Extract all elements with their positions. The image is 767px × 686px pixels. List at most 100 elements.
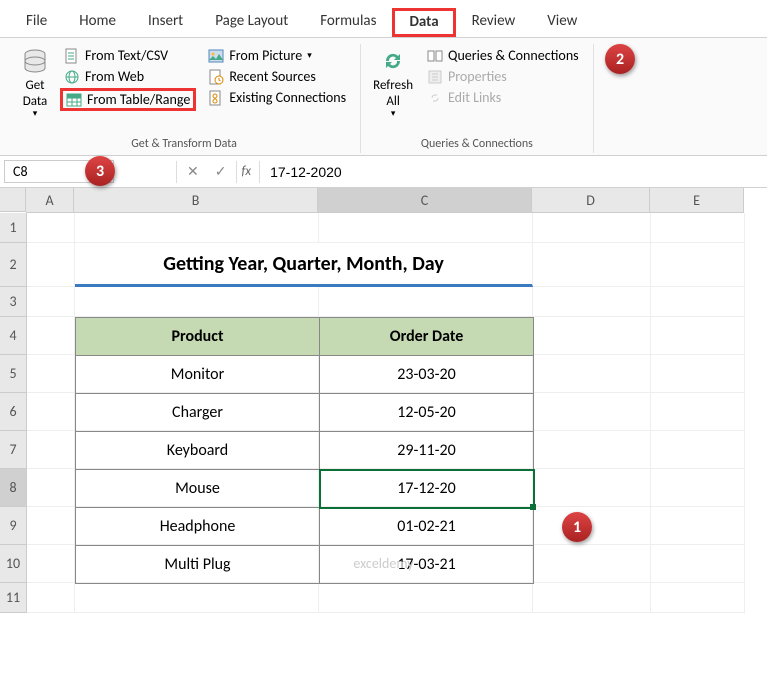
cell-A5[interactable] bbox=[27, 355, 75, 393]
cell-D10[interactable] bbox=[533, 545, 651, 583]
tab-insert[interactable]: Insert bbox=[132, 8, 199, 37]
cell-D7[interactable] bbox=[533, 431, 651, 469]
cell-A3[interactable] bbox=[27, 287, 75, 317]
cell-E4[interactable] bbox=[651, 317, 745, 355]
get-data-label: Get Data bbox=[23, 78, 48, 109]
cell-D3[interactable] bbox=[533, 287, 651, 317]
cell-D9[interactable] bbox=[533, 507, 651, 545]
cell-D11[interactable] bbox=[533, 583, 651, 613]
cell-E8[interactable] bbox=[651, 469, 745, 507]
fx-icon[interactable]: fx bbox=[239, 164, 257, 179]
cell-A9[interactable] bbox=[27, 507, 75, 545]
cell-E7[interactable] bbox=[651, 431, 745, 469]
cell-D6[interactable] bbox=[533, 393, 651, 431]
row-header-11[interactable]: 11 bbox=[0, 583, 26, 613]
select-all-corner[interactable] bbox=[0, 188, 26, 212]
recent-sources-button[interactable]: Recent Sources bbox=[204, 67, 350, 86]
row-header-4[interactable]: 4 bbox=[0, 317, 26, 355]
table-cell[interactable]: Headphone bbox=[76, 508, 320, 546]
cell-D1[interactable] bbox=[533, 213, 651, 243]
table-cell[interactable]: Multi Plug bbox=[76, 546, 320, 584]
formula-bar-input[interactable] bbox=[262, 162, 763, 182]
enter-fx-button[interactable]: ✓ bbox=[207, 161, 235, 182]
grid-body[interactable]: Getting Year, Quarter, Month, Day Product… bbox=[27, 213, 745, 613]
tab-formulas[interactable]: Formulas bbox=[304, 8, 392, 37]
cell-B2[interactable]: Getting Year, Quarter, Month, Day bbox=[75, 243, 533, 287]
tab-review[interactable]: Review bbox=[456, 8, 532, 37]
table-cell[interactable]: 01-02-21 bbox=[320, 508, 534, 546]
cell-A2[interactable] bbox=[27, 243, 75, 287]
table-cell[interactable]: Charger bbox=[76, 394, 320, 432]
edit-links-label: Edit Links bbox=[448, 89, 501, 106]
col-header-C[interactable]: C bbox=[318, 188, 532, 212]
name-formula-bar: C8 ✕ ✓ fx bbox=[0, 156, 767, 188]
cancel-fx-button[interactable]: ✕ bbox=[179, 161, 207, 182]
from-text-csv-button[interactable]: From Text/CSV bbox=[60, 46, 196, 65]
table-cell[interactable]: 12-05-20 bbox=[320, 394, 534, 432]
from-web-button[interactable]: From Web bbox=[60, 67, 196, 86]
from-table-range-button[interactable]: From Table/Range bbox=[60, 88, 196, 111]
cell-C3[interactable] bbox=[319, 287, 533, 317]
from-picture-button[interactable]: From Picture ▾ bbox=[204, 46, 350, 65]
table-header-product[interactable]: Product bbox=[76, 318, 320, 356]
refresh-icon bbox=[378, 46, 408, 76]
row-header-5[interactable]: 5 bbox=[0, 355, 26, 393]
row-header-9[interactable]: 9 bbox=[0, 507, 26, 545]
cell-B1[interactable] bbox=[75, 213, 319, 243]
cell-A1[interactable] bbox=[27, 213, 75, 243]
cell-A8[interactable] bbox=[27, 469, 75, 507]
cell-E2[interactable] bbox=[651, 243, 745, 287]
row-header-3[interactable]: 3 bbox=[0, 287, 26, 317]
row-header-2[interactable]: 2 bbox=[0, 243, 26, 287]
cell-E1[interactable] bbox=[651, 213, 745, 243]
cell-D5[interactable] bbox=[533, 355, 651, 393]
cell-E10[interactable] bbox=[651, 545, 745, 583]
cell-E11[interactable] bbox=[651, 583, 745, 613]
existing-connections-button[interactable]: Existing Connections bbox=[204, 88, 350, 107]
cell-C11[interactable] bbox=[319, 583, 533, 613]
table-header-order_date[interactable]: Order Date bbox=[320, 318, 534, 356]
cell-E5[interactable] bbox=[651, 355, 745, 393]
table-cell[interactable]: Keyboard bbox=[76, 432, 320, 470]
queries-connections-button[interactable]: Queries & Connections bbox=[423, 46, 583, 65]
tab-page-layout[interactable]: Page Layout bbox=[199, 8, 304, 37]
tab-view[interactable]: View bbox=[531, 8, 593, 37]
col-header-A[interactable]: A bbox=[26, 188, 74, 212]
cell-E9[interactable] bbox=[651, 507, 745, 545]
cell-D2[interactable] bbox=[533, 243, 651, 287]
row-header-1[interactable]: 1 bbox=[0, 213, 26, 243]
col-header-D[interactable]: D bbox=[532, 188, 650, 212]
tab-file[interactable]: File bbox=[10, 8, 63, 37]
row-header-10[interactable]: 10 bbox=[0, 545, 26, 583]
refresh-all-button[interactable]: Refresh All ▾ bbox=[367, 44, 419, 122]
table-cell[interactable]: 17-12-20 bbox=[320, 470, 534, 508]
table-cell[interactable]: Mouse bbox=[76, 470, 320, 508]
tab-home[interactable]: Home bbox=[63, 8, 132, 37]
cell-A11[interactable] bbox=[27, 583, 75, 613]
cell-B3[interactable] bbox=[75, 287, 319, 317]
cell-A10[interactable] bbox=[27, 545, 75, 583]
get-data-button[interactable]: Get Data ▾ bbox=[14, 44, 56, 122]
cell-A4[interactable] bbox=[27, 317, 75, 355]
table-cell[interactable]: Monitor bbox=[76, 356, 320, 394]
table-cell[interactable]: 17-03-21 bbox=[320, 546, 534, 584]
col-header-B[interactable]: B bbox=[74, 188, 318, 212]
cell-D4[interactable] bbox=[533, 317, 651, 355]
column-headers: ABCDE bbox=[26, 188, 744, 213]
tab-data[interactable]: Data bbox=[392, 8, 455, 37]
col-header-E[interactable]: E bbox=[650, 188, 744, 212]
cell-A7[interactable] bbox=[27, 431, 75, 469]
table-cell[interactable]: 23-03-20 bbox=[320, 356, 534, 394]
ribbon-content: Get Data ▾ From Text/CSV From Web From T… bbox=[0, 38, 767, 156]
row-header-6[interactable]: 6 bbox=[0, 393, 26, 431]
table-cell[interactable]: 29-11-20 bbox=[320, 432, 534, 470]
cell-C1[interactable] bbox=[319, 213, 533, 243]
cell-B11[interactable] bbox=[75, 583, 319, 613]
cell-E3[interactable] bbox=[651, 287, 745, 317]
row-header-8[interactable]: 8 bbox=[0, 469, 26, 507]
cell-A6[interactable] bbox=[27, 393, 75, 431]
cell-E6[interactable] bbox=[651, 393, 745, 431]
row-header-7[interactable]: 7 bbox=[0, 431, 26, 469]
globe-icon bbox=[64, 69, 80, 85]
cell-D8[interactable] bbox=[533, 469, 651, 507]
